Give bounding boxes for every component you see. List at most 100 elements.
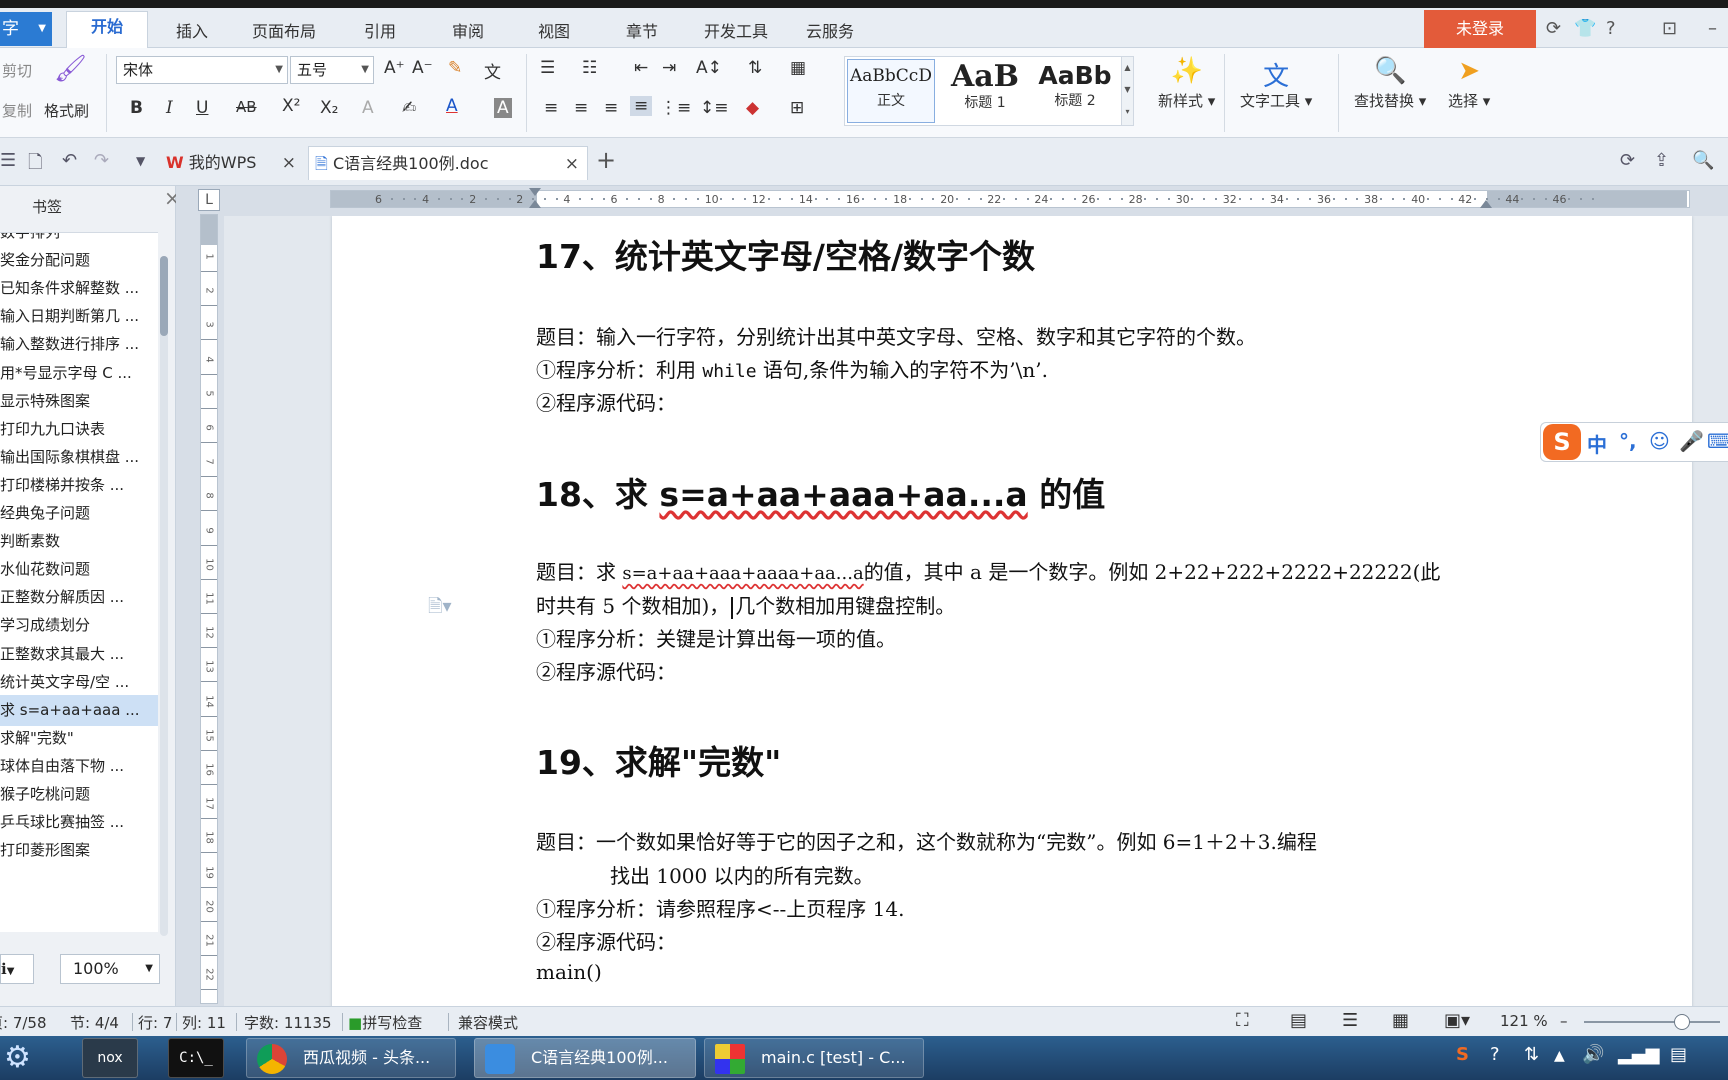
taskbar-wps-button[interactable]: C语言经典100例... bbox=[474, 1038, 696, 1078]
char-shading-icon[interactable]: A bbox=[494, 98, 512, 118]
minimize-icon[interactable]: – bbox=[1708, 18, 1717, 39]
superscript-icon[interactable]: X² bbox=[282, 96, 300, 116]
table-grid-icon[interactable]: ▦ bbox=[790, 58, 806, 78]
justify-icon[interactable]: ≡ bbox=[630, 96, 653, 116]
bookmark-item[interactable]: 输出国际象棋棋盘 ... bbox=[0, 442, 158, 473]
microphone-icon[interactable]: 🎤 bbox=[1679, 429, 1704, 453]
font-color-icon[interactable]: A bbox=[446, 96, 458, 116]
vertical-ruler[interactable]: 1 2 3 4 5 6 7 8 9 10 11 12 13 14 15 16 17 18 19 20 21 22 bbox=[200, 214, 218, 1004]
left-indent-marker[interactable] bbox=[529, 200, 541, 208]
bookmark-item[interactable]: 求 s=a+aa+aaa ... bbox=[0, 694, 158, 726]
menu-review[interactable]: 审阅 bbox=[452, 18, 484, 42]
bookmark-item[interactable]: 用*号显示字母 C ... bbox=[0, 358, 158, 389]
menu-home[interactable]: 开始 bbox=[66, 11, 149, 49]
tab-my-wps[interactable]: W 我的WPS × bbox=[160, 146, 304, 180]
redo-icon[interactable]: ↷ bbox=[94, 150, 109, 171]
cut-button[interactable]: 剪切 bbox=[2, 60, 32, 81]
bookmark-item[interactable]: 学习成绩划分 bbox=[0, 610, 158, 641]
reading-mode-icon[interactable]: ▣▾ bbox=[1444, 1010, 1470, 1031]
zoom-out-icon[interactable]: – bbox=[1560, 1012, 1568, 1030]
chevron-down-icon[interactable]: ▼ bbox=[136, 154, 145, 168]
border-icon[interactable]: ⊞ bbox=[790, 98, 804, 118]
share-icon[interactable]: ⇪ bbox=[1654, 150, 1669, 171]
bold-icon[interactable]: B bbox=[130, 98, 143, 118]
sogou-tray-icon[interactable]: S bbox=[1456, 1044, 1469, 1065]
find-replace-button[interactable]: 🔍 查找替换 ▾ bbox=[1354, 56, 1426, 111]
skin-icon[interactable]: 👕 bbox=[1574, 18, 1596, 39]
keyboard-icon[interactable]: ⌨ bbox=[1707, 429, 1728, 453]
format-painter-icon[interactable]: 🖌 bbox=[54, 54, 87, 84]
first-line-indent-marker[interactable] bbox=[529, 188, 541, 196]
menu-page-layout[interactable]: 页面布局 bbox=[252, 18, 316, 42]
increase-indent-icon[interactable]: ⇥ bbox=[662, 58, 676, 78]
network-tray-icon[interactable]: ⇅ bbox=[1524, 1044, 1539, 1065]
sidebar-option-button[interactable]: ℹ▼ bbox=[0, 954, 34, 984]
highlight-icon[interactable]: ✍ bbox=[402, 98, 416, 118]
decrease-indent-icon[interactable]: ⇤ bbox=[634, 58, 648, 78]
copy-button[interactable]: 复制 bbox=[2, 100, 32, 121]
app-menu-button[interactable]: 字 ▼ bbox=[0, 12, 52, 46]
close-icon[interactable]: × bbox=[282, 146, 296, 180]
sidebar-scrollbar-track[interactable] bbox=[160, 256, 168, 936]
text-effect-icon[interactable]: A bbox=[362, 98, 374, 118]
menu-cloud[interactable]: 云服务 bbox=[806, 18, 854, 42]
bookmark-item[interactable]: 猴子吃桃问题 bbox=[0, 779, 158, 810]
menu-list-icon[interactable]: ☰ bbox=[0, 150, 16, 171]
help-icon[interactable]: ? bbox=[1606, 18, 1616, 39]
bookmark-item[interactable]: 正整数分解质因 ... bbox=[0, 582, 158, 613]
shrink-font-icon[interactable]: A⁻ bbox=[412, 58, 433, 78]
emoji-icon[interactable]: ☺ bbox=[1649, 429, 1670, 453]
tab-stop-selector[interactable]: L bbox=[198, 189, 220, 211]
help-tray-icon[interactable]: ? bbox=[1490, 1044, 1500, 1065]
bookmark-item[interactable]: 输入整数进行排序 ... bbox=[0, 329, 158, 360]
bullet-list-icon[interactable]: ☰ bbox=[540, 58, 555, 78]
paragraph-layout-icon[interactable]: 🗎▾ bbox=[428, 594, 452, 624]
ime-toolbar[interactable]: S 中 °, ☺ 🎤 ⌨ bbox=[1540, 422, 1728, 462]
menu-view[interactable]: 视图 bbox=[538, 18, 570, 42]
subscript-icon[interactable]: X₂ bbox=[320, 98, 338, 118]
sync-icon[interactable]: ⟳ bbox=[1546, 18, 1561, 39]
new-style-button[interactable]: ✨ 新样式 ▾ bbox=[1158, 56, 1215, 111]
punctuation-icon[interactable]: °, bbox=[1619, 429, 1637, 453]
bookmark-item[interactable]: 求解"完数" bbox=[0, 723, 158, 754]
bookmark-item[interactable]: 打印楼梯并按条 ... bbox=[0, 470, 158, 501]
bookmark-item[interactable]: 输入日期判断第几 ... bbox=[0, 301, 158, 332]
menu-references[interactable]: 引用 bbox=[364, 18, 396, 42]
align-left-icon[interactable]: ≡ bbox=[544, 98, 558, 118]
login-button[interactable]: 未登录 bbox=[1424, 10, 1536, 48]
spell-check-toggle[interactable]: ■拼写检查 bbox=[348, 1012, 422, 1033]
style-heading-2[interactable]: AaBb 标题 2 bbox=[1031, 59, 1119, 123]
bookmark-item[interactable]: 正整数求其最大 ... bbox=[0, 639, 158, 670]
right-indent-marker[interactable] bbox=[1480, 200, 1492, 208]
start-gear-icon[interactable]: ⚙ bbox=[4, 1040, 31, 1075]
zoom-level[interactable]: 121 % bbox=[1500, 1012, 1548, 1030]
restore-window-icon[interactable]: ⊡ bbox=[1662, 18, 1677, 39]
line-spacing-icon[interactable]: ↕≡ bbox=[700, 98, 729, 118]
bookmark-item[interactable]: 打印菱形图案 bbox=[0, 835, 158, 866]
status-word-count[interactable]: 字数: 11135 bbox=[244, 1012, 332, 1033]
bookmark-item[interactable]: 球体自由落下物 ... bbox=[0, 751, 158, 782]
taskbar-codeblocks-button[interactable]: main.c [test] - C... bbox=[704, 1038, 924, 1078]
outline-view-icon[interactable]: ☰ bbox=[1342, 1010, 1358, 1031]
select-button[interactable]: ➤ 选择 ▾ bbox=[1448, 56, 1490, 111]
align-right-icon[interactable]: ≡ bbox=[604, 98, 618, 118]
undo-icon[interactable]: ↶ bbox=[62, 150, 77, 171]
sidebar-zoom-select[interactable]: 100% ▼ bbox=[60, 954, 160, 984]
volume-icon[interactable]: 🔊 bbox=[1582, 1044, 1604, 1065]
clear-format-icon[interactable]: ✎ bbox=[448, 58, 462, 78]
tab-document[interactable]: 🗎 C语言经典100例.doc × bbox=[308, 146, 588, 180]
font-size-select[interactable]: 五号 ▼ bbox=[290, 56, 374, 84]
bookmark-item[interactable]: 已知条件求解整数 ... bbox=[0, 273, 158, 304]
underline-icon[interactable]: U bbox=[196, 98, 208, 118]
numbered-list-icon[interactable]: ☷ bbox=[582, 58, 597, 78]
network-signal-icon[interactable]: ▂▄▆ bbox=[1618, 1044, 1660, 1065]
ime-language-toggle[interactable]: 中 bbox=[1587, 429, 1607, 458]
close-icon[interactable]: × bbox=[565, 147, 579, 181]
text-tools-button[interactable]: 文文字工具 ▾ bbox=[1240, 56, 1312, 111]
menu-insert[interactable]: 插入 bbox=[176, 18, 208, 42]
distribute-icon[interactable]: ⋮≡ bbox=[660, 98, 691, 118]
phonetic-icon[interactable]: 文 bbox=[484, 58, 501, 83]
status-page[interactable]: 页: 7/58 bbox=[0, 1012, 47, 1033]
char-spacing-icon[interactable]: A↕ bbox=[696, 58, 722, 78]
font-family-select[interactable]: 宋体 ▼ bbox=[116, 56, 288, 84]
